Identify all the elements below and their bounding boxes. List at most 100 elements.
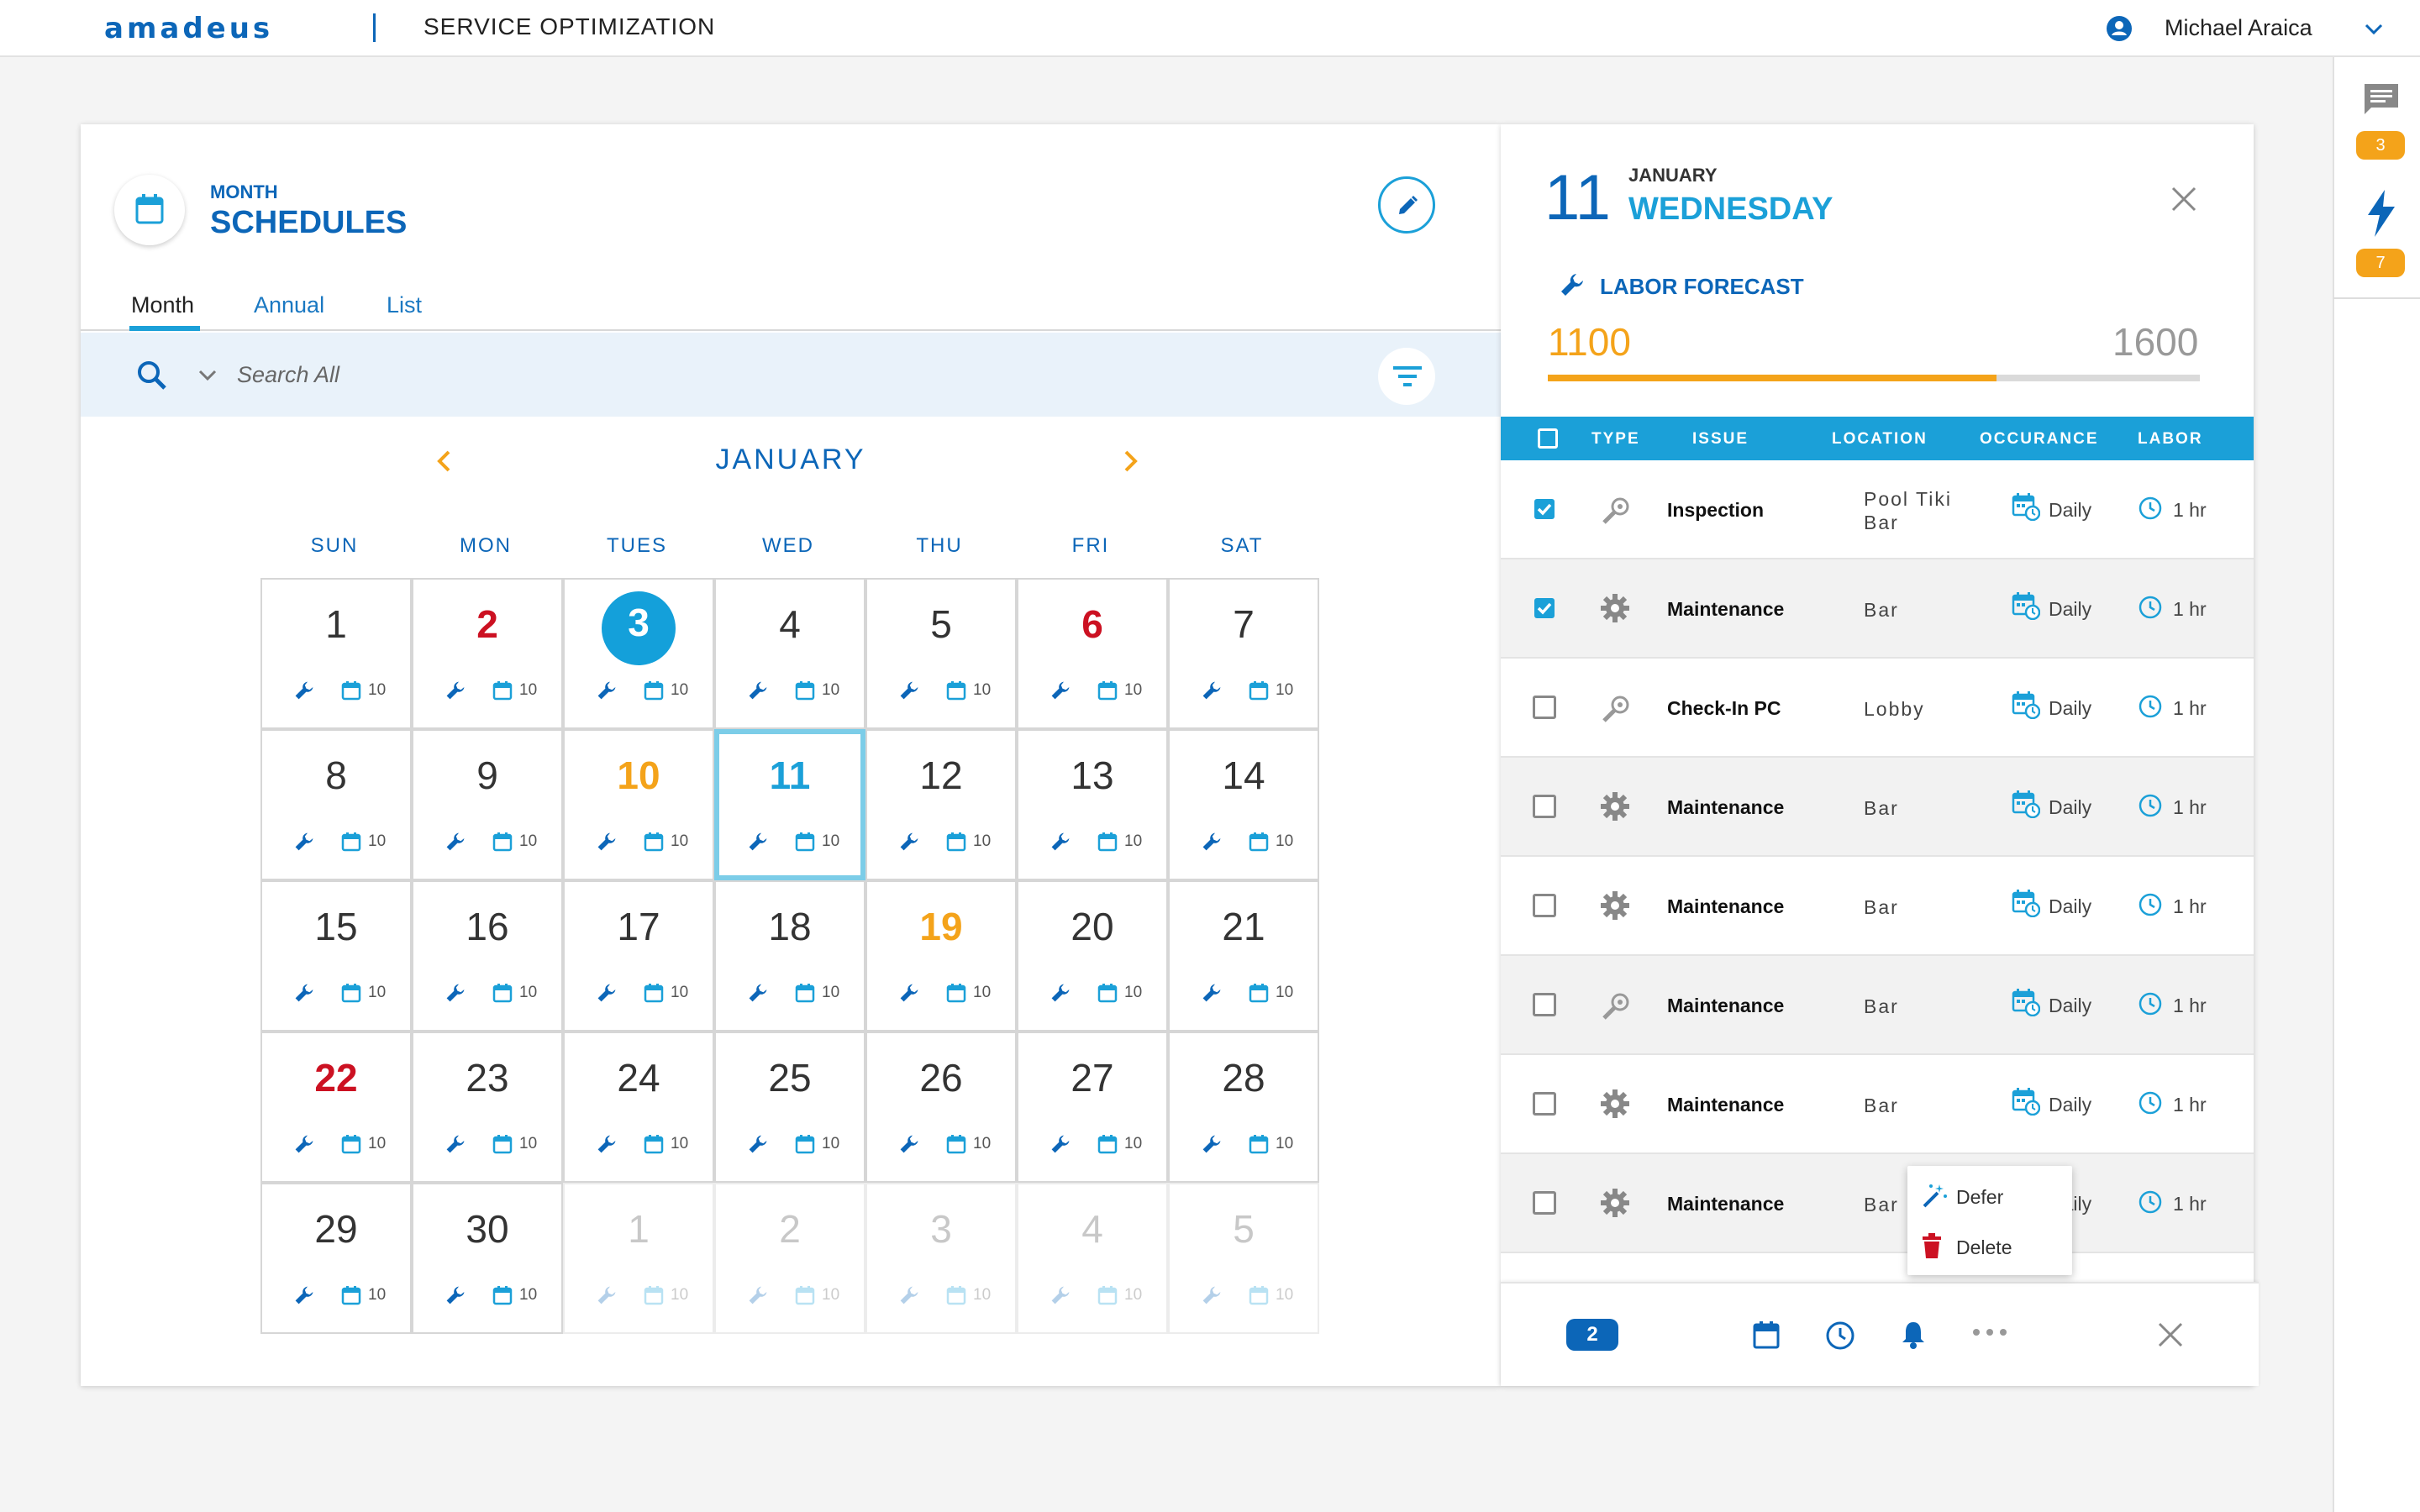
calendar-day-cell[interactable]: 20 10 bbox=[1017, 880, 1168, 1032]
day-summary: 10 bbox=[748, 981, 849, 1006]
task-count: 10 bbox=[1276, 832, 1294, 850]
calendar-day-cell[interactable]: 17 10 bbox=[563, 880, 714, 1032]
lightning-icon[interactable] bbox=[2366, 190, 2396, 237]
calendar-day-cell[interactable]: 6 10 bbox=[1017, 578, 1168, 729]
column-header-occurrence[interactable]: OCCURANCE bbox=[1980, 430, 2099, 449]
weekday-label: THU bbox=[916, 534, 963, 557]
calendar-day-cell[interactable]: 8 10 bbox=[260, 729, 412, 880]
task-count: 10 bbox=[822, 984, 840, 1001]
table-row[interactable]: MaintenanceBarDaily1 hr bbox=[1501, 1154, 2254, 1253]
close-icon[interactable] bbox=[2170, 185, 2198, 213]
calendar-day-cell[interactable]: 2 10 bbox=[714, 1183, 865, 1334]
calendar-day-cell[interactable]: 4 10 bbox=[714, 578, 865, 729]
column-header-labor[interactable]: LABOR bbox=[2138, 430, 2203, 449]
row-checkbox[interactable] bbox=[1533, 795, 1556, 818]
gear-icon bbox=[1600, 890, 1630, 925]
calendar-icon bbox=[795, 1134, 815, 1158]
bell-icon[interactable] bbox=[1901, 1320, 1926, 1349]
table-row[interactable]: MaintenanceBarDaily1 hr bbox=[1501, 758, 2254, 857]
wrench-icon bbox=[445, 1134, 466, 1158]
calendar-day-cell[interactable]: 24 10 bbox=[563, 1032, 714, 1183]
task-count: 10 bbox=[822, 1135, 840, 1152]
calendar-day-cell[interactable]: 4 10 bbox=[1017, 1183, 1168, 1334]
footer-close-icon[interactable] bbox=[2156, 1320, 2185, 1349]
column-header-type[interactable]: TYPE bbox=[1591, 430, 1640, 449]
table-row[interactable]: MaintenanceBarDaily1 hr bbox=[1501, 559, 2254, 659]
calendar-day-cell[interactable]: 5 10 bbox=[1168, 1183, 1319, 1334]
calendar-day-cell[interactable]: 5 10 bbox=[865, 578, 1017, 729]
more-options-icon[interactable] bbox=[1971, 1327, 2008, 1337]
calendar-day-cell[interactable]: 30 10 bbox=[412, 1183, 563, 1334]
calendar-day-cell[interactable]: 21 10 bbox=[1168, 880, 1319, 1032]
tab-annual[interactable]: Annual bbox=[254, 292, 324, 318]
row-checkbox[interactable] bbox=[1533, 596, 1556, 620]
calendar-icon bbox=[644, 983, 664, 1007]
day-number: 4 bbox=[779, 602, 801, 646]
calendar-day-cell[interactable]: 1 10 bbox=[260, 578, 412, 729]
column-header-location[interactable]: LOCATION bbox=[1832, 430, 1928, 449]
calendar-day-cell[interactable]: 19 10 bbox=[865, 880, 1017, 1032]
row-checkbox[interactable] bbox=[1533, 993, 1556, 1016]
magic-wand-icon bbox=[1923, 1184, 1947, 1208]
menu-item-defer[interactable]: Defer bbox=[1907, 1171, 2072, 1220]
table-row[interactable]: MaintenanceBarDaily1 hr bbox=[1501, 1055, 2254, 1154]
row-checkbox[interactable] bbox=[1533, 894, 1556, 917]
day-summary: 10 bbox=[1050, 981, 1151, 1006]
calendar-day-cell[interactable]: 14 10 bbox=[1168, 729, 1319, 880]
menu-item-delete[interactable]: Delete bbox=[1907, 1221, 2072, 1270]
calendar-day-cell[interactable]: 29 10 bbox=[260, 1183, 412, 1334]
calendar-day-cell[interactable]: 16 10 bbox=[412, 880, 563, 1032]
day-summary: 10 bbox=[899, 830, 1000, 855]
calendar-icon[interactable] bbox=[1753, 1320, 1780, 1349]
calendar-day-cell[interactable]: 28 10 bbox=[1168, 1032, 1319, 1183]
clock-icon[interactable] bbox=[1825, 1320, 1855, 1351]
calendar-day-cell[interactable]: 2 10 bbox=[412, 578, 563, 729]
select-all-checkbox[interactable] bbox=[1538, 428, 1558, 449]
day-number: 22 bbox=[314, 1056, 358, 1100]
row-checkbox[interactable] bbox=[1533, 1092, 1556, 1116]
calendar-day-cell[interactable]: 1 10 bbox=[563, 1183, 714, 1334]
calendar-day-cell[interactable]: 23 10 bbox=[412, 1032, 563, 1183]
search-icon[interactable] bbox=[136, 360, 168, 391]
user-menu-chevron-icon[interactable] bbox=[2361, 17, 2386, 42]
row-checkbox[interactable] bbox=[1533, 497, 1556, 521]
day-number: 5 bbox=[1233, 1207, 1255, 1251]
table-row[interactable]: MaintenanceBarDaily1 hr bbox=[1501, 857, 2254, 956]
next-month-chevron-icon[interactable] bbox=[1119, 447, 1143, 475]
calendar-day-cell[interactable]: 11 10 bbox=[714, 729, 865, 880]
day-number: 18 bbox=[768, 905, 812, 948]
table-row[interactable]: MaintenanceBarDaily1 hr bbox=[1501, 956, 2254, 1055]
tab-month[interactable]: Month bbox=[131, 292, 194, 318]
filter-button[interactable] bbox=[1378, 348, 1435, 405]
tab-list[interactable]: List bbox=[387, 292, 422, 318]
row-checkbox[interactable] bbox=[1533, 696, 1556, 719]
previous-month-chevron-icon[interactable] bbox=[432, 447, 455, 475]
user-avatar-icon[interactable] bbox=[2106, 15, 2133, 42]
calendar-day-cell[interactable]: 18 10 bbox=[714, 880, 865, 1032]
calendar-day-cell[interactable]: 25 10 bbox=[714, 1032, 865, 1183]
recurring-calendar-icon bbox=[2012, 591, 2041, 624]
task-count: 10 bbox=[1124, 832, 1143, 850]
row-checkbox[interactable] bbox=[1533, 1191, 1556, 1215]
table-row[interactable]: Check-In PC Lobby Daily 1 hr bbox=[1501, 659, 2254, 758]
column-header-issue[interactable]: ISSUE bbox=[1692, 430, 1749, 449]
table-row[interactable]: Inspection Pool Tiki Bar Daily 1 hr bbox=[1501, 460, 2254, 559]
calendar-day-cell[interactable]: 26 10 bbox=[865, 1032, 1017, 1183]
calendar-day-cell[interactable]: 3 10 bbox=[563, 578, 714, 729]
calendar-day-cell[interactable]: 10 10 bbox=[563, 729, 714, 880]
calendar-day-cell[interactable]: 9 10 bbox=[412, 729, 563, 880]
search-scope-chevron-icon[interactable] bbox=[197, 365, 218, 386]
user-name[interactable]: Michael Araica bbox=[2165, 15, 2312, 41]
calendar-day-cell[interactable]: 3 10 bbox=[865, 1183, 1017, 1334]
calendar-day-cell[interactable]: 22 10 bbox=[260, 1032, 412, 1183]
edit-button[interactable] bbox=[1378, 176, 1435, 234]
task-count: 10 bbox=[1124, 681, 1143, 699]
calendar-day-cell[interactable]: 7 10 bbox=[1168, 578, 1319, 729]
task-count: 10 bbox=[519, 1286, 538, 1304]
search-input[interactable] bbox=[237, 358, 741, 391]
messages-icon[interactable] bbox=[2363, 82, 2400, 116]
calendar-day-cell[interactable]: 13 10 bbox=[1017, 729, 1168, 880]
calendar-day-cell[interactable]: 15 10 bbox=[260, 880, 412, 1032]
calendar-day-cell[interactable]: 12 10 bbox=[865, 729, 1017, 880]
calendar-day-cell[interactable]: 27 10 bbox=[1017, 1032, 1168, 1183]
